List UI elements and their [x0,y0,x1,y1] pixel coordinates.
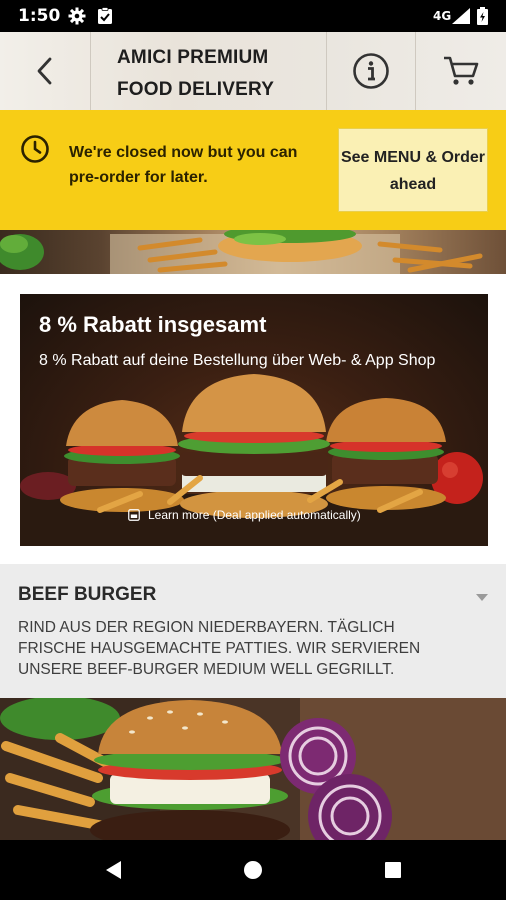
category-beef-burger[interactable]: BEEF BURGER RIND AUS DER REGION NIEDERBA… [0,564,506,698]
see-menu-order-ahead-button[interactable]: See MENU & Order ahead [338,128,488,212]
nav-home-button[interactable] [239,856,267,884]
app-header: AMICI PREMIUM FOOD DELIVERY [0,32,506,110]
deal-description: 8 % Rabatt auf deine Bestellung über Web… [39,352,436,369]
content-section: 8 % Rabatt insgesamt 8 % Rabatt auf dein… [0,274,506,564]
hero-image [0,230,506,274]
network-type: 4G [433,9,452,23]
category-title: BEEF BURGER [18,584,157,605]
deal-info-icon [128,509,140,521]
learn-more-link[interactable]: Learn more (Deal applied automatically) [128,508,361,522]
deal-card[interactable]: 8 % Rabatt insgesamt 8 % Rabatt auf dein… [20,294,488,546]
category-description: RIND AUS DER REGION NIEDERBAYERN. TÄGLIC… [18,619,421,678]
back-button[interactable] [0,32,90,110]
clock-icon [21,135,49,163]
deal-title: 8 % Rabatt insgesamt [39,312,267,337]
battery-icon [477,7,488,25]
status-bar: 1:50 4G [0,0,506,32]
dropdown-caret-icon [476,594,488,601]
status-time: 1:50 [18,6,61,26]
info-button[interactable] [327,32,415,110]
page-title: AMICI PREMIUM FOOD DELIVERY [117,47,275,100]
info-icon [353,53,389,89]
category-image [0,698,506,840]
back-arrow-icon [37,57,52,85]
closed-message: We're closed now but you can pre-order f… [69,144,298,186]
clipboard-check-icon [98,7,112,24]
nav-home-icon [244,861,262,879]
learn-more-text: Learn more (Deal applied automatically) [148,508,361,522]
nav-recents-button[interactable] [379,856,407,884]
closed-notice-banner: We're closed now but you can pre-order f… [0,110,506,230]
settings-gear-icon [68,7,86,25]
nav-back-icon [106,861,121,879]
signal-strength-icon [452,8,470,24]
system-navigation-bar [0,840,506,900]
cart-button[interactable] [416,32,506,110]
nav-recents-icon [385,862,401,878]
cart-icon [444,56,479,85]
nav-back-button[interactable] [100,856,128,884]
header-divider [90,32,91,110]
